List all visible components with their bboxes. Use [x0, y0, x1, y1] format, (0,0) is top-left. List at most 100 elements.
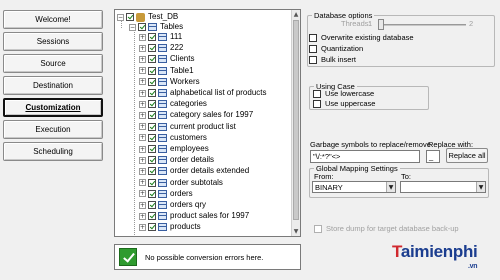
chevron-down-icon[interactable]: ▼	[386, 182, 395, 192]
table-checkbox[interactable]	[148, 201, 156, 209]
table-checkbox[interactable]	[148, 33, 156, 41]
quantization-checkbox[interactable]	[309, 44, 317, 53]
store-dump-label: Store dump for target database back-up	[326, 224, 459, 233]
expand-icon[interactable]: +	[139, 55, 146, 63]
scroll-up-icon[interactable]: ▲	[292, 10, 300, 19]
tree-db-node[interactable]: − Test_DB	[117, 12, 178, 22]
table-item-label: order subtotals	[170, 177, 223, 187]
collapse-icon[interactable]: −	[129, 23, 136, 31]
tree-scrollbar[interactable]: ▲ ▼	[291, 10, 300, 236]
garbage-symbols-input[interactable]: "\/:*?"<>	[310, 150, 420, 163]
table-checkbox[interactable]	[148, 178, 156, 187]
threads-slider-thumb[interactable]	[378, 19, 384, 30]
nav-welcome-button[interactable]: Welcome!	[3, 10, 103, 29]
table-checkbox[interactable]	[148, 66, 156, 75]
nav-customization-button[interactable]: Customization	[3, 98, 103, 117]
tree-table-item[interactable]: + orders	[139, 189, 193, 199]
bulk-insert-option[interactable]: Bulk insert	[309, 55, 356, 64]
tree-table-item[interactable]: + order details extended	[139, 166, 249, 176]
expand-icon[interactable]: +	[139, 44, 146, 52]
tree-table-item[interactable]: + category sales for 1997	[139, 110, 253, 120]
expand-icon[interactable]: +	[139, 33, 146, 41]
expand-icon[interactable]: +	[139, 78, 146, 86]
nav-scheduling-button[interactable]: Scheduling	[3, 142, 103, 161]
tree-table-item[interactable]: + customers	[139, 133, 207, 143]
tree-table-item[interactable]: + orders qry	[139, 200, 206, 210]
watermark-brand-t: T	[392, 242, 401, 261]
tree-table-item[interactable]: + order details	[139, 155, 214, 165]
tree-table-item[interactable]: + alphabetical list of products	[139, 88, 267, 98]
table-tree-view[interactable]: − Test_DB − Tables +111 +222 + Clients + Tabl…	[114, 9, 301, 237]
expand-icon[interactable]: +	[139, 89, 146, 97]
tree-table-item[interactable]: + current product list	[139, 122, 236, 132]
to-select[interactable]: ▼	[400, 181, 486, 193]
table-checkbox[interactable]	[148, 133, 156, 142]
table-checkbox[interactable]	[148, 122, 156, 131]
table-checkbox[interactable]	[148, 212, 156, 221]
expand-icon[interactable]: +	[139, 179, 146, 187]
expand-icon[interactable]: +	[139, 100, 146, 108]
from-select-value: BINARY	[315, 183, 343, 192]
scroll-thumb[interactable]	[293, 20, 299, 220]
uppercase-option[interactable]: Use uppercase	[313, 99, 375, 108]
tables-checkbox[interactable]	[138, 23, 146, 31]
table-checkbox[interactable]	[148, 55, 156, 64]
replace-with-input[interactable]: _	[426, 150, 440, 163]
expand-icon[interactable]: +	[139, 145, 146, 153]
overwrite-option[interactable]: Overwrite existing database	[309, 33, 414, 42]
table-icon	[158, 66, 167, 75]
nav-source-button[interactable]: Source	[3, 54, 103, 73]
tree-table-item[interactable]: +222	[139, 43, 183, 53]
tree-table-item[interactable]: + Workers	[139, 77, 200, 87]
tree-table-item[interactable]: + Table1	[139, 66, 194, 76]
threads-label: Threads:	[341, 19, 371, 28]
tree-tables-node[interactable]: − Tables	[129, 22, 183, 32]
tree-table-item[interactable]: + product sales for 1997	[139, 211, 249, 221]
quantization-label: Quantization	[321, 44, 364, 53]
tree-table-item[interactable]: +111	[139, 32, 182, 42]
table-checkbox[interactable]	[148, 189, 156, 198]
table-checkbox[interactable]	[148, 44, 156, 53]
tree-table-item[interactable]: + order subtotals	[139, 178, 223, 188]
expand-icon[interactable]: +	[139, 123, 146, 131]
expand-icon[interactable]: +	[139, 167, 146, 175]
expand-icon[interactable]: +	[139, 156, 146, 164]
table-checkbox[interactable]	[148, 167, 156, 176]
uppercase-checkbox[interactable]	[313, 99, 321, 108]
table-checkbox[interactable]	[148, 77, 156, 86]
chevron-down-icon[interactable]: ▼	[476, 182, 485, 192]
expand-icon[interactable]: +	[139, 67, 146, 75]
lowercase-checkbox[interactable]	[313, 89, 321, 98]
collapse-icon[interactable]: −	[117, 13, 124, 21]
tree-table-item[interactable]: + employees	[139, 144, 209, 154]
table-checkbox[interactable]	[148, 111, 156, 120]
overwrite-checkbox[interactable]	[309, 33, 317, 42]
tree-table-item[interactable]: + categories	[139, 99, 207, 109]
tree-table-item[interactable]: + Clients	[139, 54, 194, 64]
db-checkbox[interactable]	[126, 13, 134, 21]
tree-table-item[interactable]: + products	[139, 222, 201, 232]
expand-icon[interactable]: +	[139, 111, 146, 119]
bulk-insert-checkbox[interactable]	[309, 55, 317, 64]
lowercase-option[interactable]: Use lowercase	[313, 89, 374, 98]
table-checkbox[interactable]	[148, 100, 156, 109]
table-item-label: product sales for 1997	[170, 211, 250, 221]
expand-icon[interactable]: +	[139, 201, 146, 209]
quantization-option[interactable]: Quantization	[309, 44, 363, 53]
table-checkbox[interactable]	[148, 223, 156, 232]
nav-sessions-button[interactable]: Sessions	[3, 32, 103, 51]
replace-all-button[interactable]: Replace all	[446, 148, 488, 163]
scroll-down-icon[interactable]: ▼	[292, 227, 300, 236]
expand-icon[interactable]: +	[139, 134, 146, 142]
table-checkbox[interactable]	[148, 145, 156, 153]
store-dump-checkbox	[314, 224, 322, 233]
from-select[interactable]: BINARY ▼	[312, 181, 396, 193]
nav-execution-button[interactable]: Execution	[3, 120, 103, 139]
expand-icon[interactable]: +	[139, 223, 146, 231]
nav-destination-button[interactable]: Destination	[3, 76, 103, 95]
table-checkbox[interactable]	[148, 89, 156, 97]
table-checkbox[interactable]	[148, 156, 156, 165]
expand-icon[interactable]: +	[139, 190, 146, 198]
expand-icon[interactable]: +	[139, 212, 146, 220]
table-item-label: orders qry	[170, 200, 207, 209]
